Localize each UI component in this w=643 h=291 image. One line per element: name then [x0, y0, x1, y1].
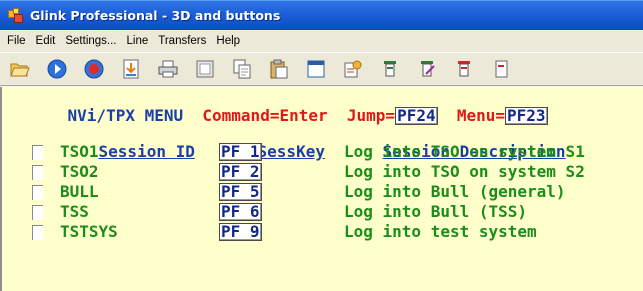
- column-headers: Session ID: [60, 125, 195, 161]
- session-id[interactable]: TSO1: [60, 143, 99, 161]
- menu-bar: File Edit Settings... Line Transfers Hel…: [0, 30, 643, 52]
- session-key-cell: PF 2: [219, 163, 262, 181]
- session-id[interactable]: TSO2: [60, 163, 99, 181]
- pf-key-button[interactable]: PF 5: [219, 183, 262, 201]
- record-icon[interactable]: [82, 57, 106, 81]
- terminal-header: NVi/TPX MENU Command=Enter Jump= PF24 Men…: [29, 89, 548, 125]
- pf-key-button[interactable]: PF 9: [219, 223, 262, 241]
- copy-icon[interactable]: [230, 57, 254, 81]
- stop-macro-icon[interactable]: [452, 57, 476, 81]
- menu-title: NVi/TPX MENU: [67, 106, 184, 125]
- col-description-wrap: Session Description: [344, 125, 566, 161]
- play-icon[interactable]: [45, 57, 69, 81]
- window-title: Glink Professional - 3D and buttons: [30, 8, 281, 23]
- jump-label: Jump=: [346, 106, 396, 125]
- session-id[interactable]: BULL: [60, 183, 99, 201]
- pf-key-button[interactable]: PF 6: [219, 203, 262, 221]
- download-icon[interactable]: [119, 57, 143, 81]
- session-select-field[interactable]: [32, 165, 43, 180]
- session-description: Log into Bull (TSS): [344, 202, 528, 221]
- col-sesskey-wrap: SessKey: [219, 125, 325, 161]
- session-select-field[interactable]: [32, 225, 43, 240]
- screen-icon[interactable]: [193, 57, 217, 81]
- transfer-icon[interactable]: [341, 57, 365, 81]
- session-key-cell: PF 1: [219, 143, 262, 161]
- pf-key-button[interactable]: PF 1: [219, 143, 262, 161]
- session-id[interactable]: TSTSYS: [60, 223, 118, 241]
- col-session-id: Session ID: [98, 142, 195, 161]
- session-id[interactable]: TSS: [60, 203, 89, 221]
- command-label: Command=Enter: [202, 106, 328, 125]
- session-key-cell: PF 6: [219, 203, 262, 221]
- open-folder-icon[interactable]: [8, 57, 32, 81]
- menu-file[interactable]: File: [2, 35, 31, 47]
- session-description: Log into TSO on system S2: [344, 162, 585, 181]
- menu-key-button[interactable]: PF23: [505, 107, 548, 125]
- terminal-screen[interactable]: NVi/TPX MENU Command=Enter Jump= PF24 Men…: [0, 87, 643, 291]
- menu-settings[interactable]: Settings...: [60, 35, 121, 47]
- jump-key-button[interactable]: PF24: [395, 107, 438, 125]
- edit-macro-icon[interactable]: [415, 57, 439, 81]
- session-select-field[interactable]: [32, 145, 43, 160]
- col-sesskey: SessKey: [257, 142, 325, 161]
- menu-line[interactable]: Line: [122, 35, 154, 47]
- menu-help[interactable]: Help: [211, 35, 245, 47]
- session-description: Log into test system: [344, 222, 537, 241]
- macro-icon[interactable]: [378, 57, 402, 81]
- session-key-cell: PF 5: [219, 183, 262, 201]
- session-select-field[interactable]: [32, 205, 43, 220]
- paste-icon[interactable]: [267, 57, 291, 81]
- print-icon[interactable]: [156, 57, 180, 81]
- window-icon[interactable]: [304, 57, 328, 81]
- session-select-field[interactable]: [32, 185, 43, 200]
- toolbar: [0, 52, 643, 86]
- glink-app-icon[interactable]: [8, 7, 24, 24]
- menu-transfers[interactable]: Transfers: [153, 35, 211, 47]
- menu-edit[interactable]: Edit: [31, 35, 61, 47]
- session-key-cell: PF 9: [219, 223, 262, 241]
- session-description: Log into TSO on system S1: [344, 142, 585, 161]
- pf-key-button[interactable]: PF 2: [219, 163, 262, 181]
- title-bar[interactable]: Glink Professional - 3D and buttons: [0, 0, 643, 30]
- session-description: Log into Bull (general): [344, 182, 566, 201]
- more-icon[interactable]: [489, 57, 513, 81]
- menu-label: Menu=: [456, 106, 506, 125]
